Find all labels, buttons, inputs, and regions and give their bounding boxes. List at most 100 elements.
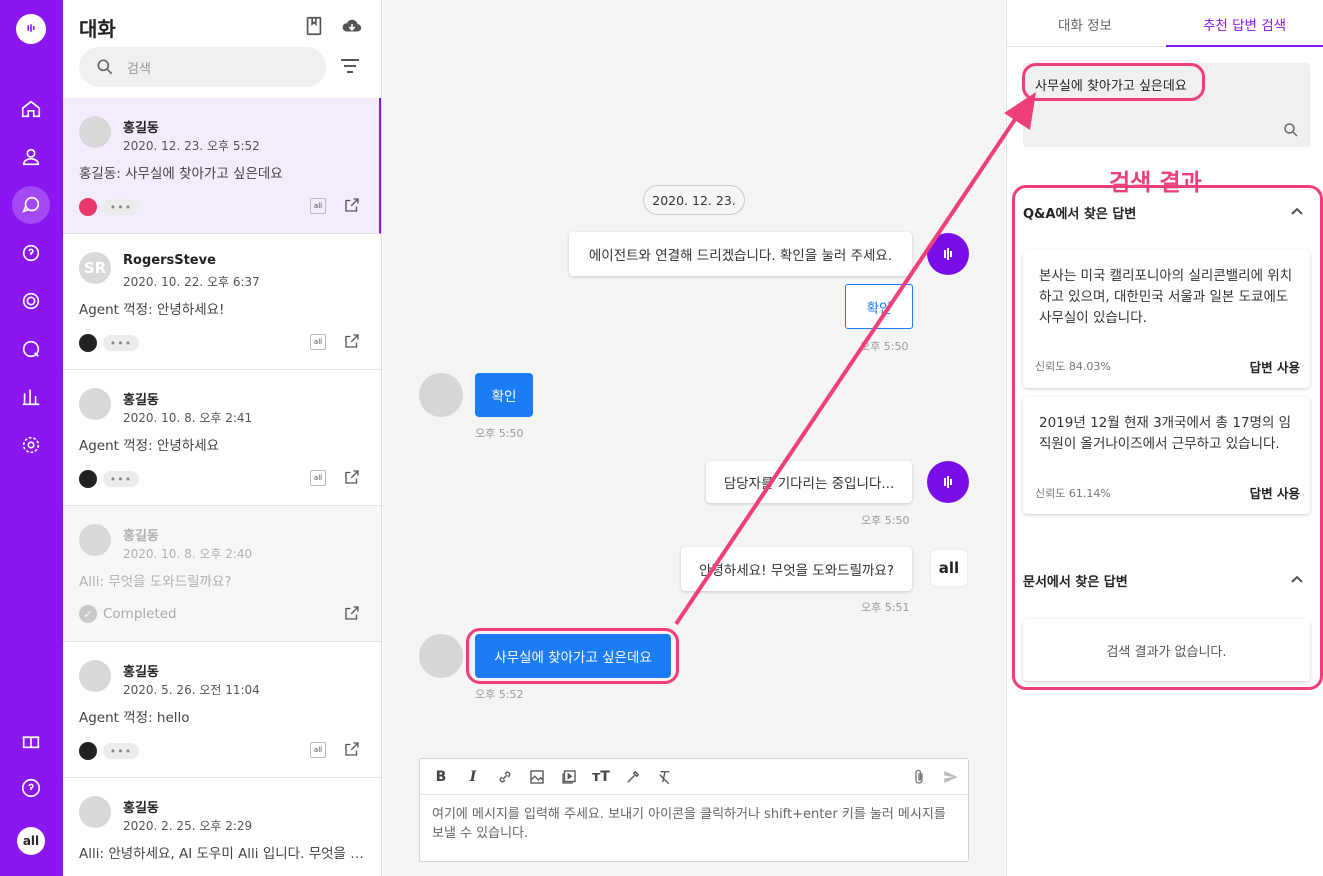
conversation-preview: Alli: 안녕하세요, AI 도우미 Alli 입니다. 무엇을 … bbox=[79, 846, 364, 862]
bookmark-icon[interactable] bbox=[303, 15, 325, 37]
bot-message-waiting: 담당자를 기다리는 중입니다... bbox=[706, 461, 912, 503]
conversation-item[interactable]: 홍길동 2020. 2. 25. 오후 2:29 Alli: 안녕하세요, AI… bbox=[63, 778, 381, 876]
conversation-date: 2020. 10. 22. 오후 6:37 bbox=[123, 275, 260, 289]
filter-icon[interactable] bbox=[339, 57, 361, 75]
conversation-name: 홍길동 bbox=[123, 529, 159, 544]
check-icon: ✓ bbox=[79, 605, 97, 623]
target-icon[interactable] bbox=[17, 287, 45, 315]
open-external-icon[interactable] bbox=[343, 196, 361, 214]
conversation-name: 홍길동 bbox=[123, 393, 159, 408]
list-header: 대화 검색 bbox=[63, 0, 381, 98]
use-answer-button[interactable]: 답변 사용 bbox=[1250, 357, 1300, 376]
tab-answer-search[interactable]: 추천 답변 검색 bbox=[1203, 14, 1286, 34]
conversation-item[interactable]: 홍길동 2020. 10. 8. 오후 2:41 Agent 꺽정: 안녕하세요… bbox=[63, 370, 381, 506]
confirm-button[interactable]: 확인 bbox=[845, 284, 913, 329]
channel-icon: all bbox=[310, 198, 326, 214]
search-chat-icon[interactable] bbox=[17, 335, 45, 363]
gift-icon[interactable] bbox=[17, 726, 45, 754]
chevron-up-icon[interactable] bbox=[1290, 574, 1304, 584]
channel-icon: all bbox=[310, 470, 326, 486]
avatar: SR bbox=[79, 252, 111, 284]
attachment-icon[interactable] bbox=[908, 766, 930, 788]
more-dots[interactable]: ••• bbox=[103, 743, 139, 759]
conversation-name: RogersSteve bbox=[123, 253, 216, 268]
conversation-item[interactable]: 홍길동 2020. 5. 26. 오전 11:04 Agent 꺽정: hell… bbox=[63, 642, 381, 778]
open-external-icon[interactable] bbox=[343, 740, 361, 758]
search-icon[interactable] bbox=[1282, 121, 1300, 139]
italic-button[interactable]: I bbox=[462, 766, 484, 788]
completed-status: ✓ Completed bbox=[79, 605, 177, 623]
conversation-item[interactable]: 홍길동 2020. 10. 8. 오후 2:40 Alli: 무엇을 도와드릴까… bbox=[63, 506, 381, 642]
help-circle-icon[interactable] bbox=[17, 774, 45, 802]
conversation-item[interactable]: SR RogersSteve 2020. 10. 22. 오후 6:37 Age… bbox=[63, 234, 381, 370]
conversation-preview: Agent 꺽정: hello bbox=[79, 710, 190, 726]
video-icon[interactable] bbox=[558, 766, 580, 788]
conversation-date: 2020. 2. 25. 오후 2:29 bbox=[123, 819, 253, 833]
tab-conversation-info[interactable]: 대화 정보 bbox=[1058, 14, 1112, 34]
conversation-name: 홍길동 bbox=[123, 801, 159, 816]
completed-label: Completed bbox=[103, 606, 177, 622]
more-dots[interactable]: ••• bbox=[103, 199, 139, 215]
cloud-download-icon[interactable] bbox=[341, 15, 363, 37]
message-time: 오후 5:51 bbox=[861, 601, 910, 614]
help-bubble-icon[interactable] bbox=[17, 239, 45, 267]
chat-bubble-icon[interactable] bbox=[16, 14, 46, 44]
send-icon[interactable] bbox=[940, 766, 962, 788]
agent-message-greeting: 안녕하세요! 무엇을 도와드릴까요? bbox=[681, 547, 912, 591]
composer-toolbar: B I тT bbox=[420, 759, 968, 795]
chat-area: 2020. 12. 23. 에이전트와 연결해 드리겠습니다. 확인을 눌러 주… bbox=[383, 0, 1005, 876]
open-external-icon[interactable] bbox=[343, 468, 361, 486]
home-icon[interactable] bbox=[17, 95, 45, 123]
conversation-preview: Agent 꺽정: 안녕하세요! bbox=[79, 302, 225, 318]
avatar bbox=[79, 116, 111, 148]
open-external-icon[interactable] bbox=[343, 604, 361, 622]
conversation-icon[interactable] bbox=[12, 186, 50, 224]
clear-format-icon[interactable] bbox=[654, 766, 676, 788]
message-time: 오후 5:50 bbox=[861, 514, 910, 527]
gear-icon[interactable] bbox=[17, 431, 45, 459]
agent-status-icon bbox=[79, 334, 97, 352]
annotation-highlight bbox=[1022, 63, 1205, 101]
conversation-date: 2020. 10. 8. 오후 2:40 bbox=[123, 547, 253, 561]
user-icon[interactable] bbox=[17, 143, 45, 171]
no-result-card: 검색 결과가 없습니다. bbox=[1023, 619, 1310, 681]
agent-status-icon bbox=[79, 198, 97, 216]
search-icon bbox=[97, 59, 113, 75]
conversation-date: 2020. 10. 8. 오후 2:41 bbox=[123, 411, 253, 425]
user-avatar bbox=[419, 373, 463, 417]
use-answer-button[interactable]: 답변 사용 bbox=[1250, 483, 1300, 502]
link-icon[interactable] bbox=[494, 766, 516, 788]
right-panel: 대화 정보 추천 답변 검색 사무실에 찾아가고 싶은데요 검색 결과 Q&A에… bbox=[1006, 0, 1323, 876]
conversation-item[interactable]: 홍길동 2020. 12. 23. 오후 5:52 홍길동: 사무실에 찾아가고… bbox=[63, 98, 381, 234]
more-dots[interactable]: ••• bbox=[103, 471, 139, 487]
bot-avatar bbox=[927, 233, 969, 275]
conversation-preview: Alli: 무엇을 도와드릴까요? bbox=[79, 574, 232, 590]
confidence-label: 신뢰도 61.14% bbox=[1035, 487, 1111, 500]
message-input[interactable]: 여기에 메시지를 입력해 주세요. 보내기 아이콘을 클릭하거나 shift+e… bbox=[420, 795, 968, 853]
search-input[interactable]: 검색 bbox=[79, 47, 326, 87]
conversation-preview: 홍길동: 사무실에 찾아가고 싶은데요 bbox=[79, 166, 283, 182]
qa-section-title: Q&A에서 찾은 답변 bbox=[1023, 207, 1137, 222]
user-avatar bbox=[419, 634, 463, 678]
account-avatar[interactable]: all bbox=[17, 827, 45, 855]
bar-chart-icon[interactable] bbox=[17, 383, 45, 411]
image-icon[interactable] bbox=[526, 766, 548, 788]
open-external-icon[interactable] bbox=[343, 332, 361, 350]
search-placeholder: 검색 bbox=[127, 61, 151, 77]
conversation-date: 2020. 12. 23. 오후 5:52 bbox=[123, 139, 260, 153]
confidence-label: 신뢰도 84.03% bbox=[1035, 360, 1111, 373]
color-picker-icon[interactable] bbox=[622, 766, 644, 788]
conversation-preview: Agent 꺽정: 안녕하세요 bbox=[79, 438, 220, 454]
annotation-highlight bbox=[466, 628, 679, 684]
text-size-button[interactable]: тT bbox=[590, 766, 612, 788]
more-dots[interactable]: ••• bbox=[103, 335, 139, 351]
panel-tabs: 대화 정보 추천 답변 검색 bbox=[1007, 0, 1323, 47]
bold-button[interactable]: B bbox=[430, 766, 452, 788]
chevron-up-icon[interactable] bbox=[1290, 206, 1304, 216]
conversation-name: 홍길동 bbox=[123, 665, 159, 680]
message-time: 오후 5:52 bbox=[475, 688, 524, 701]
message-time: 오후 5:50 bbox=[860, 340, 909, 353]
bot-message-connect: 에이전트와 연결해 드리겠습니다. 확인을 눌러 주세요. bbox=[569, 232, 912, 276]
answer-card: 2019년 12월 현재 3개국에서 총 17명의 임직원이 올거나이즈에서 근… bbox=[1023, 397, 1310, 514]
channel-icon: all bbox=[310, 334, 326, 350]
